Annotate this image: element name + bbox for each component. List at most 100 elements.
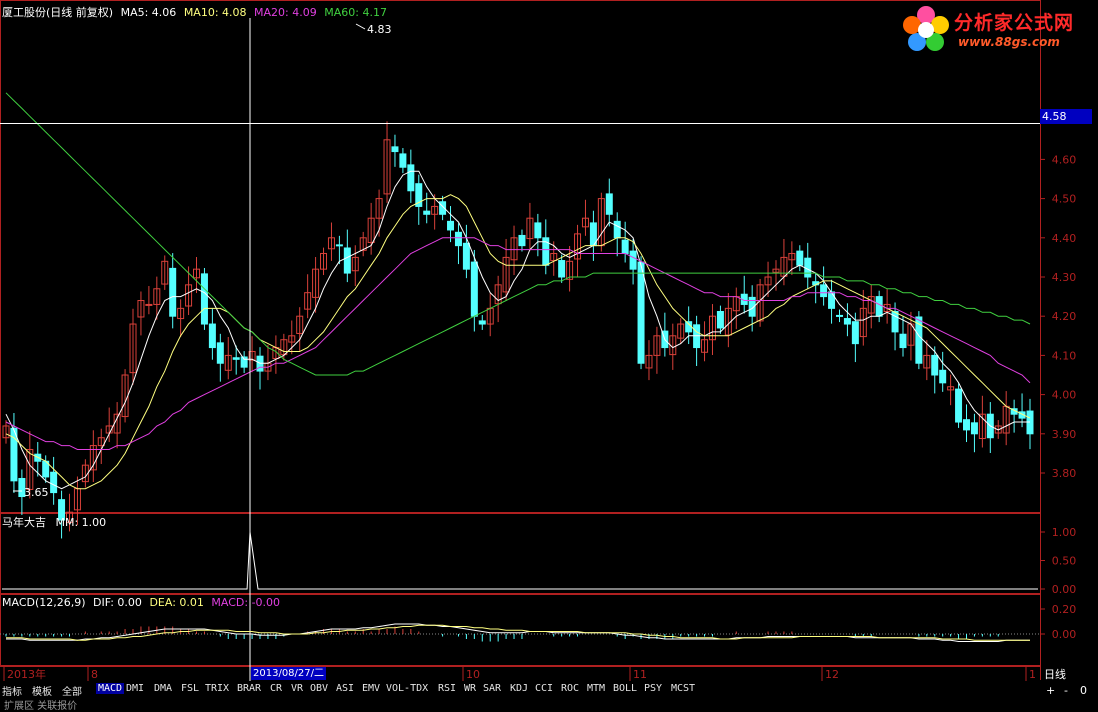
tab-cci[interactable]: CCI — [535, 683, 553, 694]
tab-wr[interactable]: WR — [464, 683, 476, 694]
candle-body — [828, 291, 836, 309]
candle-body — [931, 354, 939, 376]
tab-boll[interactable]: BOLL — [613, 683, 637, 694]
macd-y-tick-label: 0.20 — [1052, 603, 1077, 616]
tab-macd[interactable]: MACD — [96, 683, 125, 694]
x-tick-label: 2013年 — [7, 667, 46, 681]
candle-body — [447, 220, 455, 231]
tab-cr[interactable]: CR — [270, 683, 282, 694]
tab-indicator[interactable]: 指标 — [2, 683, 22, 698]
candle-body — [558, 260, 566, 278]
candle-body — [962, 419, 970, 431]
tab-sar[interactable]: SAR — [483, 683, 501, 694]
candle-body — [335, 244, 343, 247]
candle-body — [955, 388, 963, 423]
candle-body — [970, 422, 978, 435]
tab-all[interactable]: 全部 — [62, 683, 82, 698]
candle-body — [875, 296, 883, 317]
x-tick-label: 12 — [825, 668, 839, 681]
candle-body — [343, 247, 351, 274]
ma60-value: MA60: 4.17 — [324, 6, 387, 19]
sub1-mm: MM: 1.00 — [55, 516, 107, 529]
sub1-header: 马年大吉 MM: 1.00 — [2, 514, 106, 530]
y-tick-label: 4.30 — [1052, 271, 1077, 284]
ma10-value: MA10: 4.08 — [183, 6, 247, 19]
candle-body — [208, 323, 216, 349]
tab-kdj[interactable]: KDJ — [510, 683, 528, 694]
tab-template[interactable]: 模板 — [32, 683, 52, 698]
candle-body — [232, 357, 240, 360]
candle-body — [216, 342, 224, 364]
macd-value: MACD: -0.00 — [211, 596, 281, 609]
y-tick-label: 4.20 — [1052, 310, 1077, 323]
y-tick-label: 4.00 — [1052, 389, 1077, 402]
ma-line-ma20 — [5, 237, 1031, 450]
ma-line-ma10 — [5, 194, 1031, 490]
mm-line — [2, 531, 1038, 590]
macd-dea: DEA: 0.01 — [149, 596, 204, 609]
zoom-out-button[interactable]: - — [1064, 684, 1068, 697]
tab-vr[interactable]: VR — [291, 683, 303, 694]
ma-line-ma60 — [5, 92, 1031, 376]
tab-dmi[interactable]: DMI — [126, 683, 144, 694]
candle-body — [470, 261, 478, 317]
logo-main-text: 分析家公式网 — [954, 12, 1075, 34]
tab-emv[interactable]: EMV — [362, 683, 380, 694]
zoom-in-button[interactable]: + — [1046, 684, 1055, 697]
candle-body — [613, 220, 621, 239]
flower-logo-icon — [903, 6, 949, 51]
tab-trix[interactable]: TRIX — [205, 683, 229, 694]
candle-body — [899, 333, 907, 349]
sub1-title: 马年大吉 — [2, 516, 46, 529]
candle-body — [534, 222, 542, 239]
candle-body — [716, 310, 724, 329]
candle-body — [851, 321, 859, 345]
candle-body — [407, 164, 415, 192]
y-tick-label: 3.80 — [1052, 467, 1077, 480]
y-tick-label: 4.60 — [1052, 153, 1077, 166]
tab-fsl[interactable]: FSL — [181, 683, 199, 694]
tab-obv[interactable]: OBV — [310, 683, 328, 694]
candle-body — [518, 234, 526, 247]
tab-roc[interactable]: ROC — [561, 683, 579, 694]
tab-asi[interactable]: ASI — [336, 683, 354, 694]
ma-line-ma5 — [5, 170, 1030, 490]
candle-body — [50, 471, 58, 494]
tab-dma[interactable]: DMA — [154, 683, 172, 694]
x-tick-label: 11 — [633, 668, 647, 681]
candle-body — [796, 250, 804, 266]
indicator-tab-bar: 指标 模板 全部 MACD DMI DMA FSL TRIX BRAR CR VR OBV ASI EMV… — [0, 681, 1098, 698]
candle-body — [200, 273, 208, 325]
candle-body — [169, 267, 177, 317]
sub1-panel-frame — [0, 513, 1041, 594]
candle-body — [629, 250, 637, 270]
logo-url-text: www.88gs.com — [958, 35, 1060, 49]
stock-title: 厦工股份(日线 前复权) — [2, 6, 114, 19]
tab-psy[interactable]: PSY — [644, 683, 662, 694]
x-tick-label: 8 — [91, 668, 98, 681]
period-label[interactable]: 日线 — [1044, 666, 1066, 682]
candle-body — [939, 369, 947, 384]
crosshair-date-label: 2013/08/27/二 — [251, 667, 327, 680]
bottom-status-bar: 扩展区 关联报价 — [0, 697, 1098, 712]
high-annotation-leader — [355, 23, 366, 30]
tab-mtm[interactable]: MTM — [587, 683, 605, 694]
candle-body — [145, 303, 153, 306]
candle-body — [478, 320, 486, 325]
y-tick-label: 4.10 — [1052, 349, 1077, 362]
high-price-annotation: 4.83 — [367, 23, 392, 36]
macd-header: MACD(12,26,9) DIF: 0.00 DEA: 0.01 MACD: … — [2, 596, 280, 609]
reset-button[interactable]: 0 — [1080, 684, 1087, 697]
candle-body — [423, 210, 431, 215]
candle-body — [820, 284, 828, 298]
tab-rsi[interactable]: RSI — [438, 683, 456, 694]
candle-body — [637, 261, 645, 364]
ma5-value: MA5: 4.06 — [120, 6, 177, 19]
candle-body — [454, 231, 462, 247]
ma20-value: MA20: 4.09 — [254, 6, 317, 19]
tab-vol-tdx[interactable]: VOL-TDX — [386, 683, 428, 694]
main-panel-frame — [0, 0, 1041, 513]
tab-mcst[interactable]: MCST — [671, 683, 695, 694]
site-logo: 分析家公式网 www.88gs.com — [900, 3, 1096, 55]
tab-brar[interactable]: BRAR — [237, 683, 261, 694]
